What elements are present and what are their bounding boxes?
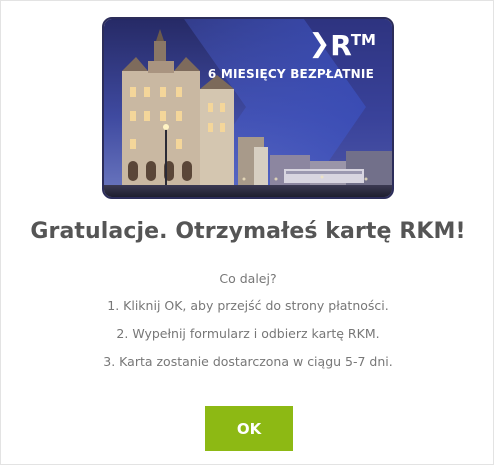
success-heading: Gratulacje. Otrzymałeś kartę RKM! (30, 219, 466, 244)
rkm-card-image: ❯ R TM 6 MIESIĘCY BEZPŁATNIE (102, 17, 394, 199)
step-2-text: 2. Wypełnij formularz i odbierz kartę RK… (116, 326, 380, 341)
intro-text: Co dalej? (219, 271, 277, 286)
ok-button[interactable]: OK (205, 406, 293, 451)
step-1-text: 1. Kliknij OK, aby przejść do strony pła… (107, 298, 389, 313)
rtm-logo: ❯ R TM (308, 29, 376, 62)
step-3-text: 3. Karta zostanie dostarczona w ciągu 5-… (103, 354, 393, 369)
promo-text: 6 MIESIĘCY BEZPŁATNIE (207, 67, 374, 81)
dialog: ❯ R TM 6 MIESIĘCY BEZPŁATNIE Gratulacje.… (0, 0, 494, 465)
chevron-right-icon: ❯ (308, 29, 330, 59)
